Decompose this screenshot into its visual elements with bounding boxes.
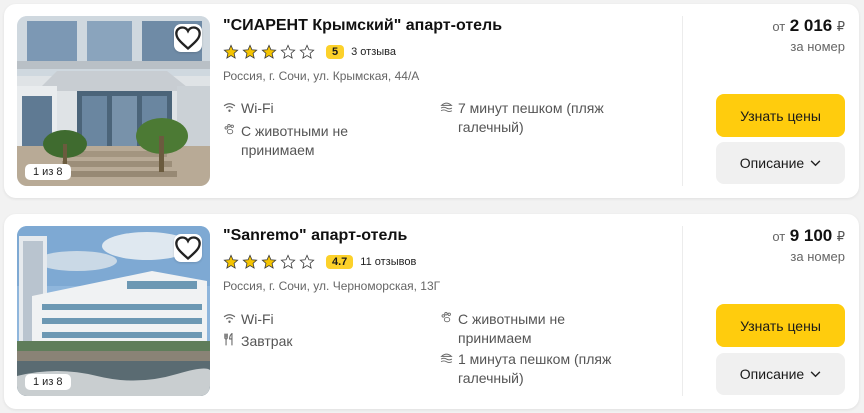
hotel-name[interactable]: "Sanremo" апарт-отель — [223, 226, 673, 246]
rating-score-badge: 5 — [326, 45, 345, 59]
get-prices-button[interactable]: Узнать цены — [716, 304, 845, 347]
hotel-address: Россия, г. Сочи, ул. Черноморская, 13Г — [223, 279, 441, 293]
price-currency: ₽ — [836, 19, 845, 34]
star-filled-icon — [242, 44, 258, 59]
description-label: Описание — [739, 155, 805, 171]
rating-score-badge: 4.7 — [326, 255, 354, 269]
beach-icon — [440, 99, 458, 137]
wifi-icon — [223, 99, 241, 119]
paw-icon — [223, 122, 241, 160]
amenity-wifi: Wi-Fi — [223, 99, 401, 119]
description-label: Описание — [739, 366, 805, 382]
reviews-count[interactable]: 11 отзывов — [360, 256, 416, 268]
amenity-label: 7 минут пешком (пляж галечный) — [458, 100, 604, 135]
chevron-down-icon — [810, 159, 821, 166]
star-filled-icon — [261, 44, 277, 59]
photo-counter: 1 из 8 — [25, 374, 71, 390]
heart-icon — [175, 26, 201, 51]
hotel-photo[interactable]: 1 из 8 — [17, 226, 210, 396]
amenity-beach: 1 минута пешком (пляж галечный) — [440, 350, 618, 388]
amenity-label: 1 минута пешком (пляж галечный) — [458, 351, 612, 386]
star-empty-icon — [299, 44, 315, 59]
amenity-pets: С животными не принимаем — [440, 310, 618, 348]
amenity-label: С животными не принимаем — [458, 311, 566, 346]
description-button[interactable]: Описание — [716, 142, 845, 184]
star-empty-icon — [280, 44, 296, 59]
amenity-label: Wi-Fi — [241, 311, 274, 327]
hotel-photo[interactable]: 1 из 8 — [17, 16, 210, 186]
beach-icon — [440, 350, 458, 388]
star-rating — [223, 254, 315, 270]
star-rating — [223, 44, 315, 60]
paw-icon — [440, 310, 458, 348]
price-value: 2 016 — [789, 16, 833, 35]
star-filled-icon — [242, 254, 258, 269]
price-block: от 2 016 ₽ за номер — [772, 16, 845, 54]
card-divider — [682, 16, 683, 186]
star-empty-icon — [299, 254, 315, 269]
wifi-icon — [223, 310, 241, 330]
price-per-room: за номер — [790, 39, 845, 54]
heart-icon — [175, 236, 201, 261]
price-prefix: от — [772, 19, 786, 34]
star-filled-icon — [261, 254, 277, 269]
description-button[interactable]: Описание — [716, 353, 845, 395]
favorite-button[interactable] — [174, 24, 202, 52]
hotel-card[interactable]: 1 из 8 "СИАРЕНТ Крымский" апарт-отель 5 … — [4, 4, 859, 198]
price-prefix: от — [772, 229, 786, 244]
photo-counter: 1 из 8 — [25, 164, 71, 180]
price-value: 9 100 — [789, 226, 833, 245]
amenity-beach: 7 минут пешком (пляж галечный) — [440, 99, 618, 137]
price-currency: ₽ — [836, 229, 845, 244]
reviews-count[interactable]: 3 отзыва — [351, 46, 396, 58]
hotel-address: Россия, г. Сочи, ул. Крымская, 44/А — [223, 69, 420, 83]
star-filled-icon — [223, 254, 239, 269]
hotel-card[interactable]: 1 из 8 "Sanremo" апарт-отель 4.7 11 отзы… — [4, 214, 859, 409]
favorite-button[interactable] — [174, 234, 202, 262]
star-empty-icon — [280, 254, 296, 269]
amenity-label: С животными не принимаем — [241, 123, 349, 158]
amenity-wifi: Wi-Fi — [223, 310, 401, 330]
fork-knife-icon — [223, 332, 241, 352]
get-prices-button[interactable]: Узнать цены — [716, 94, 845, 137]
card-divider — [682, 226, 683, 396]
amenity-label: Wi-Fi — [241, 100, 274, 116]
hotel-name[interactable]: "СИАРЕНТ Крымский" апарт-отель — [223, 16, 673, 36]
star-filled-icon — [223, 44, 239, 59]
chevron-down-icon — [810, 370, 821, 377]
amenity-label: Завтрак — [241, 333, 293, 349]
amenity-breakfast: Завтрак — [223, 332, 401, 352]
amenity-pets: С животными не принимаем — [223, 122, 401, 160]
price-block: от 9 100 ₽ за номер — [772, 226, 845, 264]
price-per-room: за номер — [790, 249, 845, 264]
